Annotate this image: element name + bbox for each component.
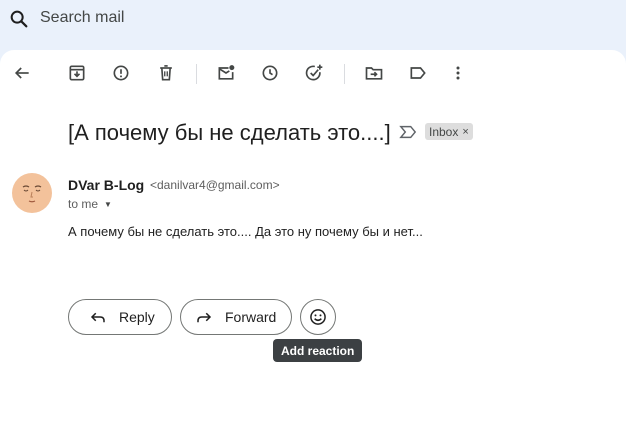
toolbar-divider [196,64,197,84]
snooze-button[interactable] [259,62,281,84]
search-icon[interactable] [8,8,30,30]
report-spam-button[interactable] [110,62,132,84]
forward-label: Forward [225,309,277,325]
more-icon [456,66,460,80]
toolbar-divider [344,64,345,84]
label-icon [410,67,426,79]
more-button[interactable] [447,62,469,84]
add-reaction-tooltip: Add reaction [273,339,363,362]
sender-email: <danilvar4@gmail.com> [150,178,280,192]
search-bar [0,0,626,40]
move-to-icon [365,67,383,80]
add-task-icon [305,64,323,81]
forward-icon [197,312,212,323]
importance-marker-icon[interactable] [399,125,417,139]
mail-panel: [А почему бы не сделать это....] Inbox ×… [0,50,626,438]
mark-unread-icon [218,65,235,80]
sender-name: DVar B-Log [68,177,145,193]
label-button[interactable] [407,62,429,84]
reply-icon [90,312,105,323]
search-input[interactable] [40,9,440,27]
label-chip-text: Inbox [429,124,459,139]
back-button[interactable] [11,62,33,84]
report-spam-icon [113,65,129,81]
add-reaction-button[interactable] [300,299,336,335]
snooze-icon [262,65,278,81]
archive-button[interactable] [66,62,88,84]
add-task-button[interactable] [303,62,325,84]
recipient-label: to me [68,197,99,211]
delete-icon [160,65,172,81]
back-arrow-icon [14,67,29,79]
delete-button[interactable] [155,62,177,84]
reply-button[interactable]: Reply [68,299,172,335]
caret-down-icon: ▼ [104,199,112,209]
archive-icon [69,65,85,81]
move-to-button[interactable] [363,62,385,84]
emoji-smile-icon [310,309,326,325]
recipient-details-toggle[interactable]: to me ▼ [68,197,112,211]
avatar-face-icon [22,185,42,203]
mark-unread-button[interactable] [215,62,237,84]
email-body: А почему бы не сделать это.... Да это ну… [68,224,423,239]
remove-label-button[interactable]: × [462,126,468,138]
email-subject: [А почему бы не сделать это....] [68,120,391,145]
avatar[interactable] [12,173,52,213]
reply-label: Reply [119,309,155,325]
inbox-label-chip: Inbox × [425,123,473,140]
forward-button[interactable]: Forward [180,299,292,335]
